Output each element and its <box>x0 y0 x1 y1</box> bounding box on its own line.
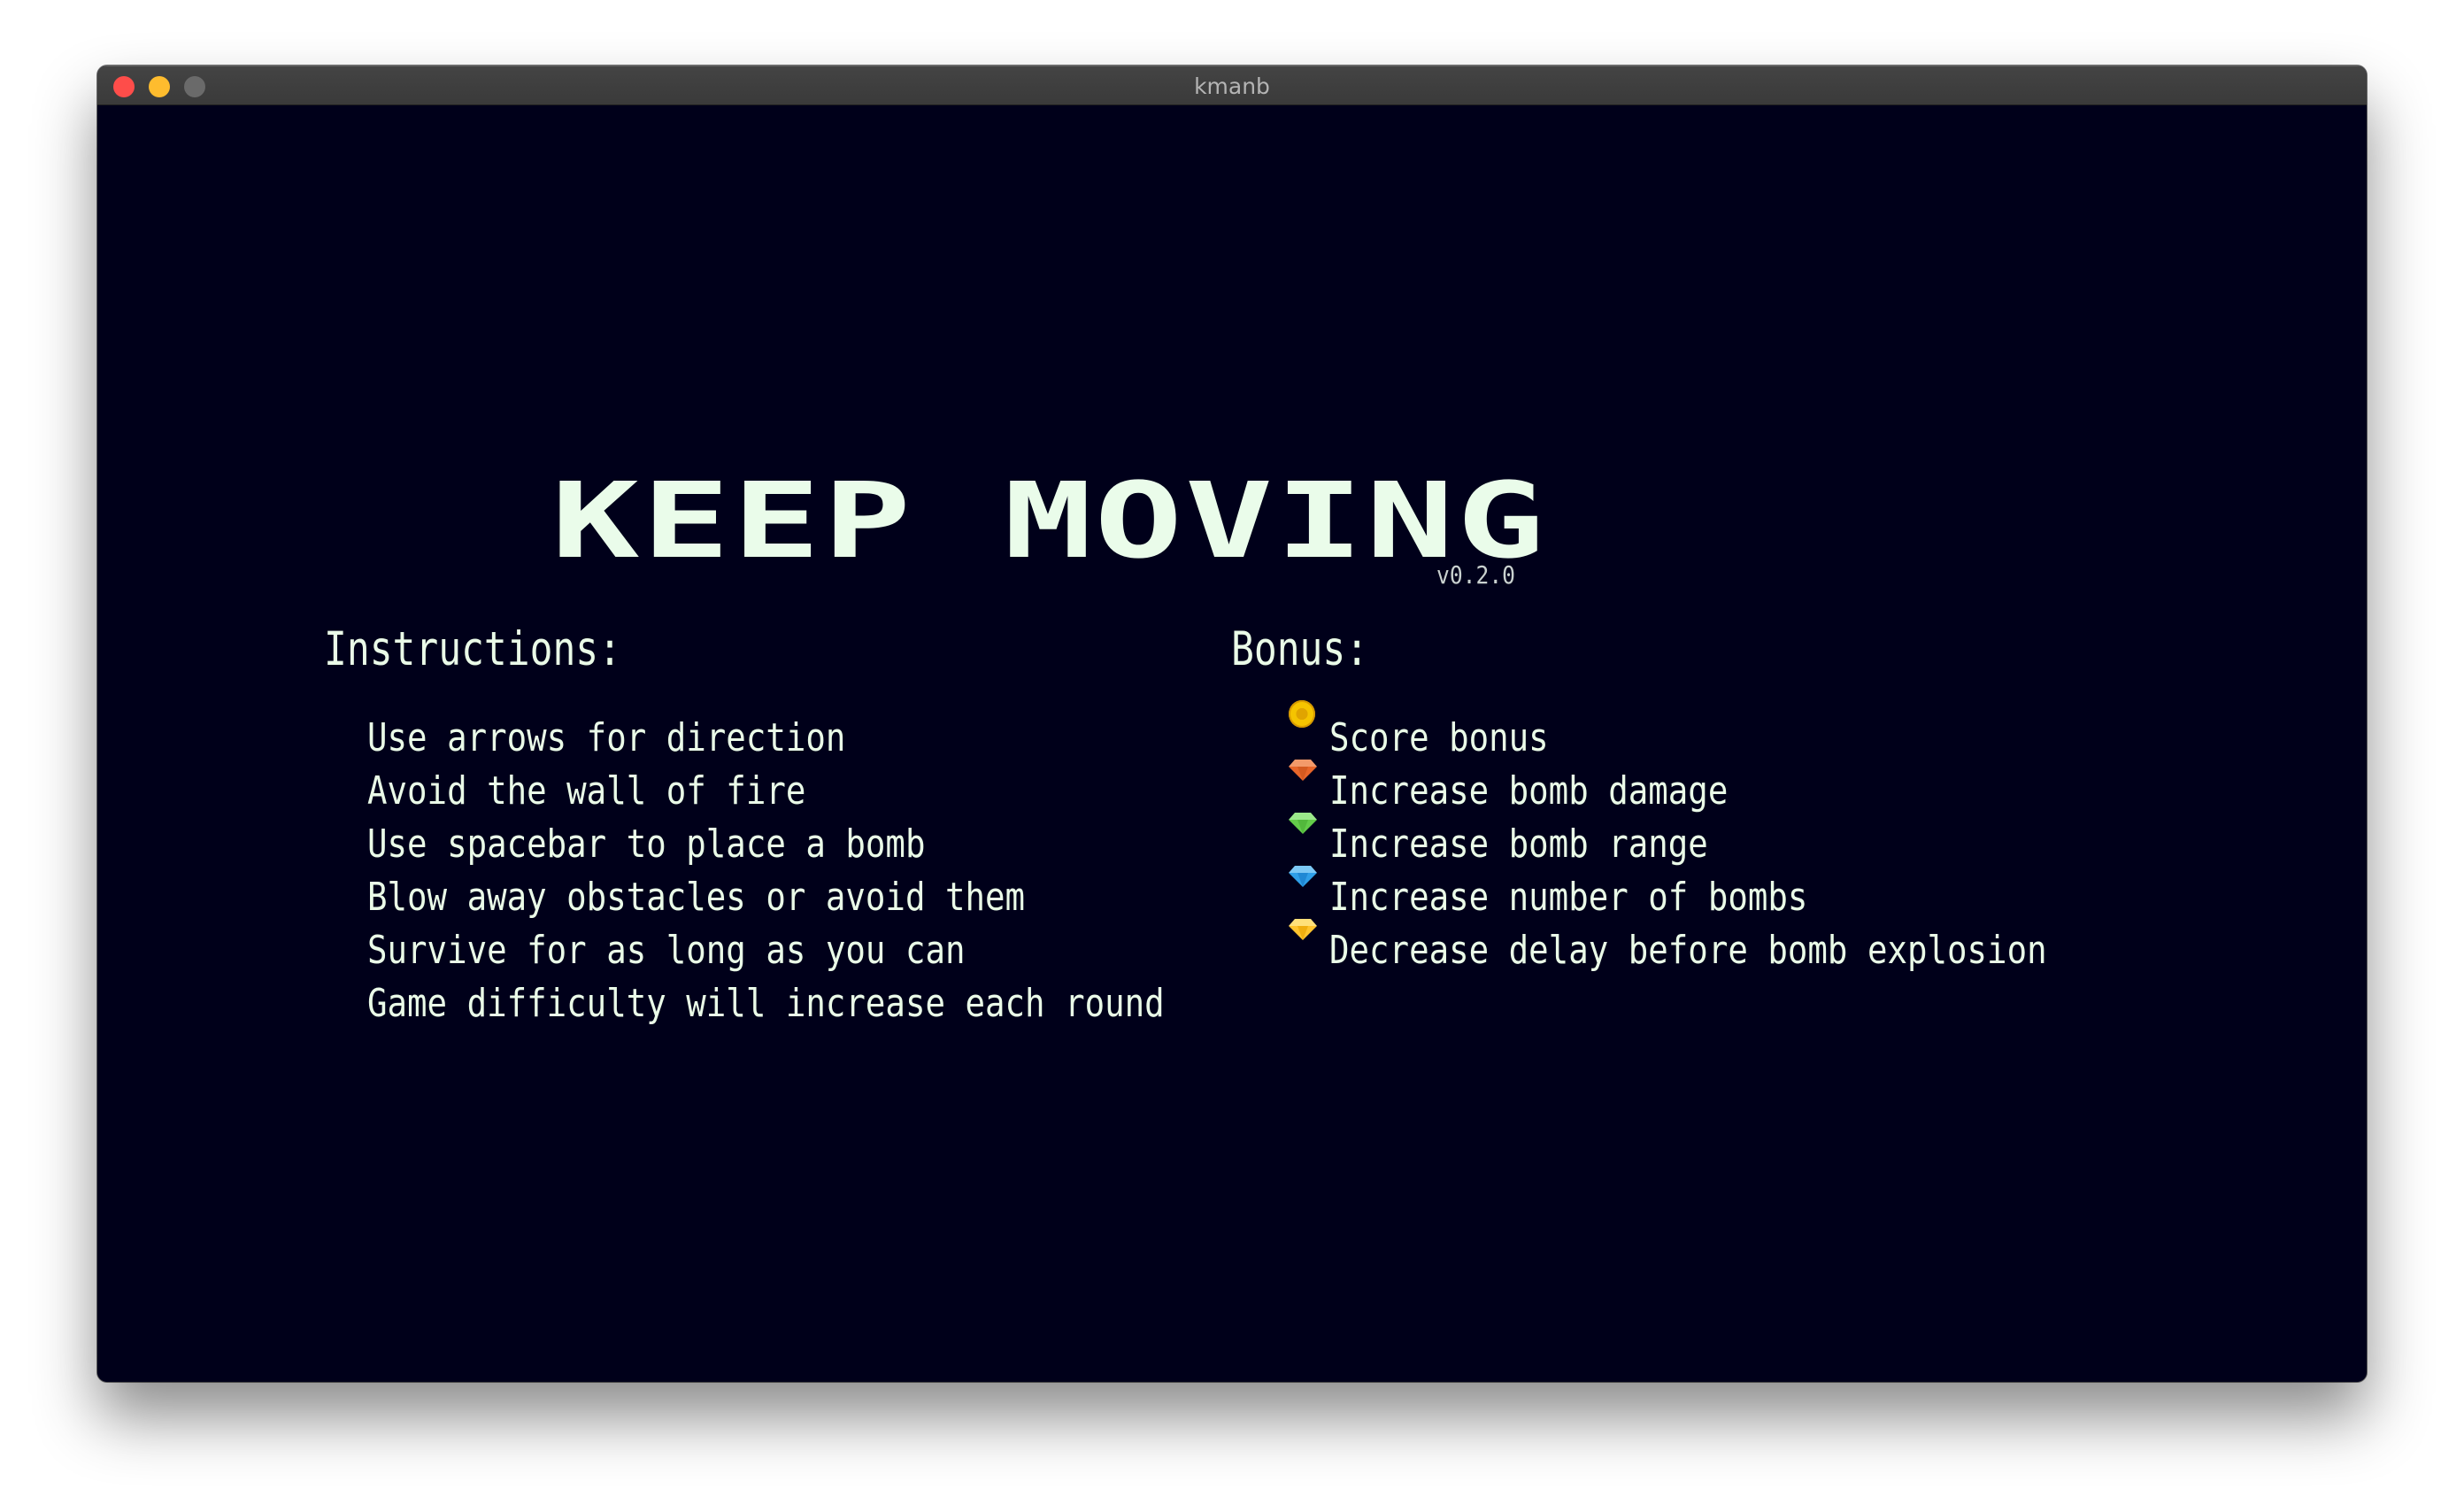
bonus-item-label: Decrease delay before bomb explosion <box>1329 928 2047 973</box>
bonus-heading: Bonus: <box>1231 622 1369 676</box>
instruction-item: Use spacebar to place a bomb <box>367 822 926 867</box>
game-canvas[interactable]: KEEP MOVING v0.2.0 Instructions: Use arr… <box>97 105 2367 1382</box>
app-window: kmanb KEEP MOVING v0.2.0 Instructions: U… <box>97 66 2367 1382</box>
coin-icon <box>1289 700 1315 728</box>
version-label: v0.2.0 <box>1436 560 1516 590</box>
instruction-item: Survive for as long as you can <box>367 928 966 973</box>
instruction-item: Avoid the wall of fire <box>367 768 806 814</box>
game-title: KEEP MOVING <box>551 459 1547 582</box>
instruction-item: Use arrows for direction <box>367 715 846 760</box>
orange-gem-icon <box>1289 760 1317 781</box>
bonus-item-label: Increase bomb range <box>1329 822 1708 867</box>
instructions-heading: Instructions: <box>324 622 622 676</box>
yellow-gem-icon <box>1289 919 1317 940</box>
instruction-item: Game difficulty will increase each round <box>367 981 1165 1026</box>
green-gem-icon <box>1289 813 1317 834</box>
bonus-item-label: Increase bomb damage <box>1329 768 1729 814</box>
title-bar[interactable]: kmanb <box>97 66 2367 105</box>
bonus-item-label: Increase number of bombs <box>1329 875 1808 920</box>
bonus-item-label: Score bonus <box>1329 715 1549 760</box>
instruction-item: Blow away obstacles or avoid them <box>367 875 1026 920</box>
blue-gem-icon <box>1289 866 1317 887</box>
window-title: kmanb <box>1194 73 1270 99</box>
